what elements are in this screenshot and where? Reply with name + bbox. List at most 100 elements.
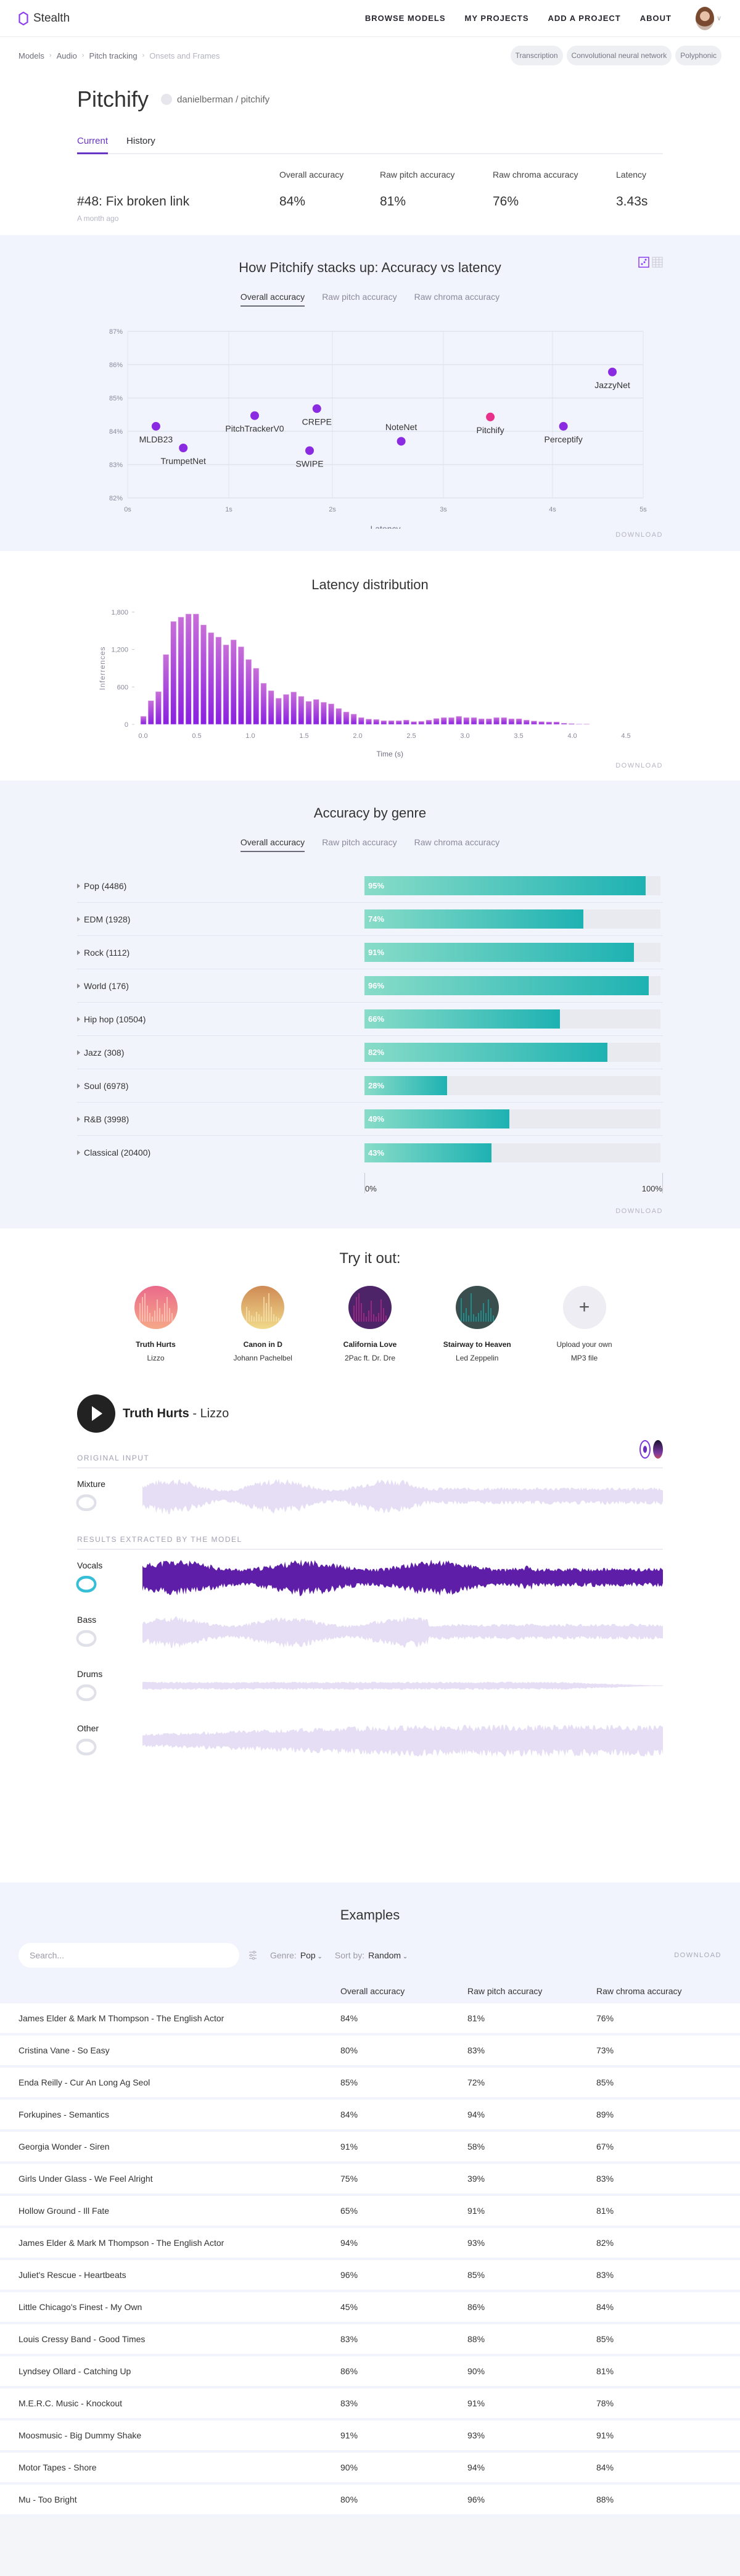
genre-row[interactable]: R&B (3998) 49% bbox=[77, 1103, 663, 1136]
stem-toggle[interactable] bbox=[76, 1494, 97, 1511]
tab-overall-accuracy[interactable]: Overall accuracy bbox=[240, 837, 305, 852]
commit-title[interactable]: #48: Fix broken link bbox=[77, 194, 279, 209]
column-header[interactable]: Raw chroma accuracy bbox=[596, 1986, 740, 1996]
logo[interactable]: Stealth bbox=[18, 11, 70, 25]
tab-overall-accuracy[interactable]: Overall accuracy bbox=[240, 292, 305, 307]
table-row[interactable]: Forkupines - Semantics 84% 94% 89% bbox=[0, 2100, 740, 2129]
avatar[interactable] bbox=[695, 6, 714, 30]
sample-track[interactable]: Truth Hurts Lizzo bbox=[120, 1286, 191, 1362]
table-row[interactable]: James Elder & Mark M Thompson - The Engl… bbox=[0, 2003, 740, 2033]
genre-label[interactable]: Classical (20400) bbox=[77, 1148, 364, 1158]
column-header[interactable]: Overall accuracy bbox=[340, 1986, 467, 1996]
track-artwork[interactable] bbox=[348, 1286, 392, 1329]
stem-toggle[interactable] bbox=[76, 1630, 97, 1647]
scatter-point[interactable] bbox=[486, 412, 495, 421]
table-row[interactable]: Motor Tapes - Shore 90% 94% 84% bbox=[0, 2453, 740, 2482]
tag-chip[interactable]: Convolutional neural network bbox=[566, 46, 672, 65]
genre-label[interactable]: Rock (1112) bbox=[77, 948, 364, 958]
table-row[interactable]: Louis Cressy Band - Good Times 83% 88% 85% bbox=[0, 2324, 740, 2354]
spectrogram-mode-icon[interactable] bbox=[653, 1440, 663, 1459]
track-artwork[interactable] bbox=[134, 1286, 178, 1329]
repo-name[interactable]: danielberman / pitchify bbox=[177, 94, 269, 105]
stem-toggle[interactable] bbox=[76, 1575, 97, 1592]
tab-raw-chroma-accuracy[interactable]: Raw chroma accuracy bbox=[414, 292, 500, 307]
play-button[interactable] bbox=[77, 1394, 115, 1433]
genre-label[interactable]: R&B (3998) bbox=[77, 1114, 364, 1124]
genre-label[interactable]: World (176) bbox=[77, 981, 364, 991]
table-row[interactable]: Little Chicago's Finest - My Own 45% 86% 84… bbox=[0, 2292, 740, 2322]
search-input[interactable] bbox=[18, 1943, 239, 1968]
waveform[interactable] bbox=[142, 1474, 663, 1517]
scatter-point[interactable] bbox=[397, 437, 406, 446]
waveform[interactable] bbox=[142, 1664, 663, 1707]
download-button[interactable]: DOWNLOAD bbox=[615, 1207, 663, 1215]
download-button[interactable]: DOWNLOAD bbox=[615, 531, 663, 539]
breadcrumb-item[interactable]: Audio bbox=[57, 51, 77, 60]
genre-row[interactable]: World (176) 96% bbox=[77, 969, 663, 1003]
table-row[interactable]: Girls Under Glass - We Feel Alright 75% 39… bbox=[0, 2164, 740, 2193]
upload-button[interactable]: + bbox=[562, 1286, 606, 1329]
genre-row[interactable]: Rock (1112) 91% bbox=[77, 936, 663, 969]
tab-history[interactable]: History bbox=[126, 136, 155, 153]
scatter-point[interactable] bbox=[305, 446, 314, 455]
tab-current[interactable]: Current bbox=[77, 136, 109, 154]
scatter-point[interactable] bbox=[608, 367, 617, 376]
user-menu[interactable]: ∨ bbox=[691, 6, 722, 30]
filter-sliders-icon[interactable] bbox=[248, 1950, 258, 1960]
table-row[interactable]: James Elder & Mark M Thompson - The Engl… bbox=[0, 2228, 740, 2258]
nav-browse-models[interactable]: BROWSE MODELS bbox=[365, 14, 446, 23]
stem-toggle[interactable] bbox=[76, 1684, 97, 1701]
table-row[interactable]: Moosmusic - Big Dummy Shake 91% 93% 91% bbox=[0, 2421, 740, 2450]
table-row[interactable]: Lyndsey Ollard - Catching Up 86% 90% 81% bbox=[0, 2356, 740, 2386]
genre-row[interactable]: EDM (1928) 74% bbox=[77, 903, 663, 936]
repo-link[interactable]: danielberman / pitchify bbox=[161, 94, 269, 105]
chevron-down-icon[interactable]: ∨ bbox=[717, 14, 722, 22]
breadcrumb-item[interactable]: Pitch tracking bbox=[89, 51, 138, 60]
sample-track[interactable]: California Love 2Pac ft. Dr. Dre bbox=[335, 1286, 406, 1362]
tab-raw-pitch-accuracy[interactable]: Raw pitch accuracy bbox=[322, 292, 397, 307]
tab-raw-pitch-accuracy[interactable]: Raw pitch accuracy bbox=[322, 837, 397, 852]
column-header[interactable]: Raw pitch accuracy bbox=[467, 1986, 596, 1996]
scatter-point[interactable] bbox=[250, 411, 259, 420]
table-row[interactable]: Mu - Too Bright 80% 96% 88% bbox=[0, 2485, 740, 2514]
tab-raw-chroma-accuracy[interactable]: Raw chroma accuracy bbox=[414, 837, 500, 852]
scatter-point[interactable] bbox=[559, 421, 568, 431]
genre-label[interactable]: Jazz (308) bbox=[77, 1048, 364, 1058]
nav-add-project[interactable]: ADD A PROJECT bbox=[548, 14, 621, 23]
genre-label[interactable]: EDM (1928) bbox=[77, 914, 364, 924]
scatter-point[interactable] bbox=[179, 444, 188, 452]
waveform-mode-icon[interactable] bbox=[639, 1440, 651, 1459]
table-row[interactable]: Enda Reilly - Cur An Long Ag Seol 85% 72% 8… bbox=[0, 2068, 740, 2097]
upload-track[interactable]: + Upload your own MP3 file bbox=[549, 1286, 620, 1362]
genre-row[interactable]: Jazz (308) 82% bbox=[77, 1036, 663, 1069]
genre-row[interactable]: Soul (6978) 28% bbox=[77, 1069, 663, 1103]
genre-row[interactable]: Pop (4486) 95% bbox=[77, 869, 663, 903]
genre-label[interactable]: Hip hop (10504) bbox=[77, 1014, 364, 1024]
tag-chip[interactable]: Transcription bbox=[510, 46, 563, 65]
waveform[interactable] bbox=[142, 1610, 663, 1653]
track-artwork[interactable] bbox=[241, 1286, 285, 1329]
sort-select[interactable]: Random bbox=[368, 1950, 408, 1960]
table-row[interactable]: Juliet's Rescue - Heartbeats 96% 85% 83% bbox=[0, 2260, 740, 2290]
download-button[interactable]: DOWNLOAD bbox=[674, 1952, 722, 1959]
nav-my-projects[interactable]: MY PROJECTS bbox=[465, 14, 529, 23]
waveform[interactable] bbox=[142, 1555, 663, 1599]
table-row[interactable]: Hollow Ground - Ill Fate 65% 91% 81% bbox=[0, 2196, 740, 2226]
table-row[interactable]: M.E.R.C. Music - Knockout 83% 91% 78% bbox=[0, 2388, 740, 2418]
sample-track[interactable]: Stairway to Heaven Led Zeppelin bbox=[442, 1286, 512, 1362]
track-artwork[interactable] bbox=[455, 1286, 499, 1329]
scatter-point[interactable] bbox=[151, 421, 160, 431]
genre-filter-select[interactable]: Pop bbox=[300, 1950, 323, 1960]
nav-about[interactable]: ABOUT bbox=[640, 14, 672, 23]
breadcrumb-item[interactable]: Models bbox=[18, 51, 44, 60]
table-view-icon[interactable] bbox=[652, 257, 663, 268]
download-button[interactable]: DOWNLOAD bbox=[615, 762, 663, 769]
scatter-point[interactable] bbox=[312, 404, 321, 413]
table-row[interactable]: Cristina Vane - So Easy 80% 83% 73% bbox=[0, 2036, 740, 2065]
stem-toggle[interactable] bbox=[76, 1738, 97, 1755]
tag-chip[interactable]: Polyphonic bbox=[675, 46, 722, 65]
genre-label[interactable]: Soul (6978) bbox=[77, 1081, 364, 1091]
waveform[interactable] bbox=[142, 1718, 663, 1762]
genre-row[interactable]: Classical (20400) 43% bbox=[77, 1136, 663, 1169]
genre-label[interactable]: Pop (4486) bbox=[77, 881, 364, 891]
